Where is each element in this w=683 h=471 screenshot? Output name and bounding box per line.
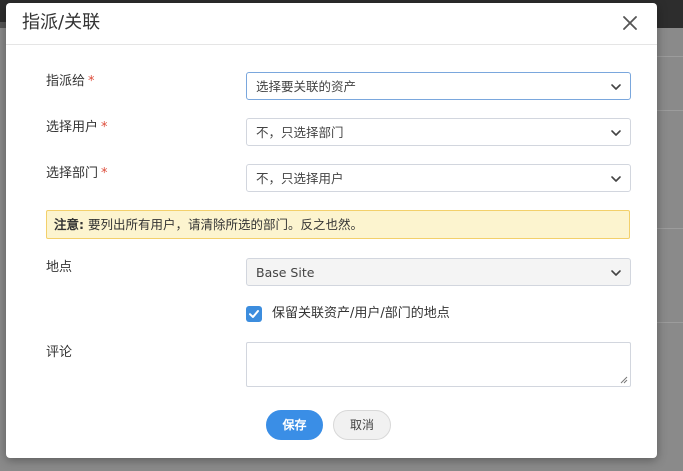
keep-location-checkbox[interactable]: [246, 306, 262, 322]
chevron-down-icon: [611, 270, 621, 276]
chevron-down-icon: [611, 176, 621, 182]
notice-body: 要列出所有用户，请清除所选的部门。反之也然。: [84, 217, 363, 232]
background-divider: [657, 322, 683, 323]
background-divider: [657, 228, 683, 229]
select-user-select[interactable]: 不，只选择部门: [246, 118, 631, 146]
dialog-header: 指派/关联: [6, 3, 657, 45]
assign-to-label: 指派给 *: [46, 73, 95, 91]
select-department-label-text: 选择部门: [46, 166, 99, 181]
select-user-label: 选择用户 *: [46, 119, 108, 137]
checkmark-icon: [249, 310, 259, 318]
dialog-title: 指派/关联: [22, 12, 101, 33]
save-button[interactable]: 保存: [266, 410, 323, 440]
chevron-down-icon: [611, 84, 621, 90]
background-divider: [657, 110, 683, 111]
assign-to-label-text: 指派给: [46, 74, 86, 89]
assign-to-select[interactable]: 选择要关联的资产: [246, 72, 631, 100]
assign-to-value: 选择要关联的资产: [256, 79, 357, 94]
select-department-value: 不，只选择用户: [256, 171, 344, 186]
resize-grip-icon[interactable]: [620, 376, 628, 384]
required-mark: *: [101, 120, 108, 135]
comment-label: 评论: [46, 345, 73, 360]
select-user-label-text: 选择用户: [46, 120, 99, 135]
required-mark: *: [101, 166, 108, 181]
location-select[interactable]: Base Site: [246, 258, 631, 286]
location-label: 地点: [46, 260, 73, 275]
notice-callout: 注意: 要列出所有用户，请清除所选的部门。反之也然。: [46, 210, 630, 239]
cancel-button[interactable]: 取消: [333, 410, 391, 440]
required-mark: *: [88, 74, 95, 89]
comment-textarea[interactable]: [246, 342, 631, 387]
select-department-select[interactable]: 不，只选择用户: [246, 164, 631, 192]
keep-location-label[interactable]: 保留关联资产/用户/部门的地点: [272, 305, 450, 323]
background-divider: [657, 56, 683, 57]
notice-strong: 注意:: [54, 217, 84, 232]
location-value: Base Site: [256, 265, 315, 280]
select-user-value: 不，只选择部门: [256, 125, 344, 140]
close-icon[interactable]: [620, 13, 640, 33]
chevron-down-icon: [611, 130, 621, 136]
select-department-label: 选择部门 *: [46, 165, 108, 183]
assign-dialog: 指派/关联 指派给 * 选择要关联的资产 选择用户 * 不，只选择部门 选择部门 * …: [6, 3, 657, 458]
notice-text: 注意: 要列出所有用户，请清除所选的部门。反之也然。: [54, 217, 363, 233]
